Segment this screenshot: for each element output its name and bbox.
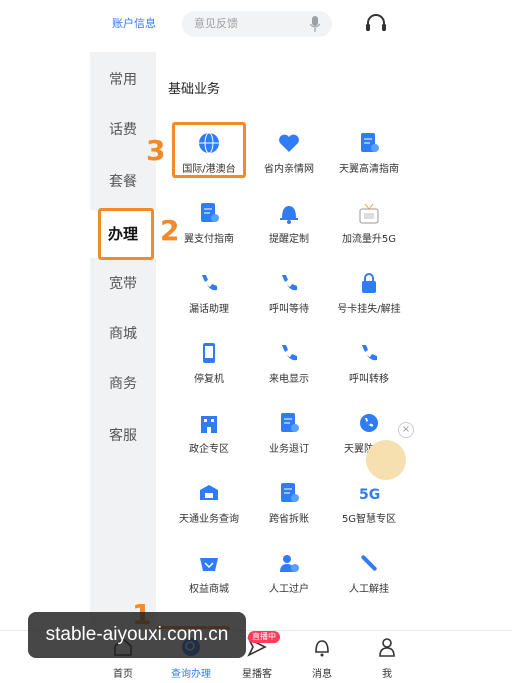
tile-label: 政企专区 (189, 444, 229, 455)
tile-5g-zone[interactable]: 5G 5G智慧专区 (326, 476, 412, 536)
tab-label: 我 (382, 669, 392, 680)
bell-icon (280, 206, 298, 224)
sidebar-item-service[interactable]: 客服 (90, 412, 156, 460)
search-input[interactable]: 意见反馈 (182, 11, 332, 37)
tab-label: 首页 (113, 669, 133, 680)
tab-label: 星播客 (242, 669, 272, 680)
tile-reminder[interactable]: 提醒定制 (246, 196, 332, 256)
tile-manual-transfer[interactable]: 人工过户 (246, 546, 332, 606)
tile-suspend[interactable]: 停复机 (166, 336, 252, 396)
heart-icon (279, 134, 299, 152)
svg-text:5G: 5G (359, 487, 380, 503)
tile-label: 省内亲情网 (264, 164, 314, 175)
lock-icon (362, 273, 376, 293)
annotation-step-3: 3 (146, 134, 166, 167)
tile-label: 人工过户 (269, 584, 309, 595)
building-icon (201, 416, 217, 433)
wrench-icon (361, 555, 377, 571)
tile-label: 呼叫等待 (269, 304, 309, 315)
tile-label: 停复机 (194, 374, 224, 385)
tile-cross-province[interactable]: 跨省拆账 (246, 476, 332, 536)
tile-hd-guide[interactable]: 天翼高清指南 (326, 126, 412, 186)
tab-me[interactable]: 我 (357, 637, 417, 681)
mic-icon[interactable] (310, 16, 320, 32)
tile-card-loss[interactable]: 号卡挂失/解挂 (326, 266, 412, 326)
tile-5g-upgrade[interactable]: 加流量升5G (326, 196, 412, 256)
sidebar-item-business[interactable]: 商务 (90, 360, 156, 408)
annotation-step-2: 2 (160, 214, 180, 247)
search-placeholder: 意见反馈 (194, 17, 238, 30)
section-title: 基础业务 (168, 82, 221, 97)
watermark: stable-aiyouxi.com.cn (28, 612, 246, 658)
tile-label: 天翼高清指南 (339, 164, 399, 175)
tile-call-forward[interactable]: 呼叫转移 (326, 336, 412, 396)
sidebar-item-common[interactable]: 常用 (90, 56, 156, 104)
tile-label: 天通业务查询 (179, 514, 239, 525)
tab-label: 查询办理 (171, 669, 211, 680)
tile-label: 跨省拆账 (269, 514, 309, 525)
headset-icon[interactable] (365, 14, 387, 34)
tile-missed-call[interactable]: 漏话助理 (166, 266, 252, 326)
5g-icon: 5G (359, 487, 380, 503)
tile-label: 加流量升5G (341, 234, 397, 245)
top-bar: 账户信息 意见反馈 (0, 0, 512, 48)
floating-promo-widget[interactable] (366, 440, 406, 480)
shop-icon (200, 558, 218, 571)
tile-label: 权益商城 (189, 584, 229, 595)
live-badge: 直播中 (248, 631, 280, 643)
person-icon (280, 555, 299, 572)
phone-icon (202, 275, 217, 291)
tile-label: 人工解挂 (349, 584, 389, 595)
bell-icon (315, 640, 329, 657)
person-icon (379, 638, 395, 657)
tile-tiantong-query[interactable]: 天通业务查询 (166, 476, 252, 536)
document-icon (281, 483, 299, 502)
mobile-icon (203, 343, 215, 363)
float-close-button[interactable]: × (398, 422, 414, 438)
sidebar-item-broadband[interactable]: 宽带 (90, 260, 156, 308)
tile-enterprise[interactable]: 政企专区 (166, 406, 252, 466)
tile-label: 业务退订 (269, 444, 309, 455)
phone-icon (282, 345, 297, 361)
box-icon (200, 485, 218, 500)
gift-icon (359, 203, 379, 224)
tile-label: 提醒定制 (269, 234, 309, 245)
tile-label: 漏话助理 (189, 304, 229, 315)
document-icon (361, 133, 379, 152)
document-icon (281, 413, 299, 432)
tile-unsubscribe[interactable]: 业务退订 (246, 406, 332, 466)
document-icon (201, 203, 219, 222)
tile-call-waiting[interactable]: 呼叫等待 (246, 266, 332, 326)
tile-benefits-mall[interactable]: 权益商城 (166, 546, 252, 606)
tile-label: 号卡挂失/解挂 (337, 304, 401, 315)
phone-icon (362, 345, 377, 361)
annotation-box-international (172, 122, 246, 178)
tile-manual-unlock[interactable]: 人工解挂 (326, 546, 412, 606)
tile-label: 来电显示 (269, 374, 309, 385)
annotation-box-handle (98, 208, 154, 260)
tab-messages[interactable]: 消息 (292, 637, 352, 681)
tile-caller-id[interactable]: 来电显示 (246, 336, 332, 396)
tile-label: 5G智慧专区 (341, 514, 397, 525)
tab-label: 消息 (312, 669, 332, 680)
account-info-link[interactable]: 账户信息 (104, 12, 164, 36)
tile-family-network[interactable]: 省内亲情网 (246, 126, 332, 186)
sidebar-item-mall[interactable]: 商城 (90, 310, 156, 358)
phone-icon (282, 275, 297, 291)
phone-shield-icon (360, 414, 378, 432)
tile-label: 呼叫转移 (349, 374, 389, 385)
